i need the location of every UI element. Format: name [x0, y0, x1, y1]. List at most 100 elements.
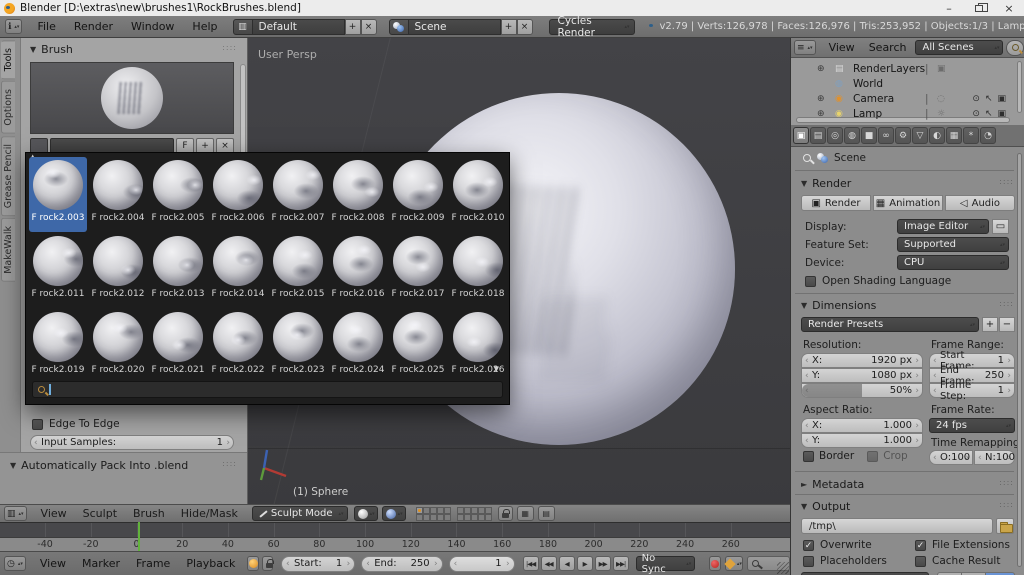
- shelf-scrollbar[interactable]: [240, 64, 246, 160]
- layer-toggle[interactable]: [470, 513, 478, 521]
- brush-item[interactable]: F rock2.026: [449, 309, 507, 384]
- shelf-tab-makewalk[interactable]: MakeWalk: [1, 218, 15, 283]
- current-frame-marker[interactable]: [137, 522, 140, 551]
- renderability-camera-icon[interactable]: ▣: [997, 109, 1006, 119]
- input-samples-field[interactable]: Input Samples: 1: [30, 435, 234, 450]
- outliner-menu-search[interactable]: Search: [869, 41, 907, 54]
- brush-item[interactable]: F rock2.009: [389, 157, 447, 232]
- tab-material[interactable]: ◐: [929, 127, 945, 144]
- layer-toggle[interactable]: [436, 513, 444, 521]
- layers-grid-2[interactable]: [456, 506, 492, 521]
- selectability-cursor-icon[interactable]: ↖: [985, 109, 993, 119]
- brush-item[interactable]: F rock2.021: [149, 309, 207, 384]
- tab-constraints[interactable]: ∞: [878, 127, 894, 144]
- crop-checkbox[interactable]: [867, 450, 879, 462]
- layers-grid-1[interactable]: [415, 506, 451, 521]
- current-frame-field[interactable]: 1: [448, 555, 515, 572]
- brush-item[interactable]: F rock2.008: [329, 157, 387, 232]
- visibility-eye-icon[interactable]: ⊙: [972, 94, 980, 104]
- brush-item[interactable]: F rock2.007: [269, 157, 327, 232]
- tab-data[interactable]: ▽: [912, 127, 928, 144]
- timeline-menu-frame[interactable]: Frame: [136, 557, 170, 570]
- layer-toggle[interactable]: [429, 513, 437, 521]
- aspect-x-field[interactable]: X:1.000: [801, 418, 923, 433]
- add-layout-button[interactable]: +: [344, 18, 361, 35]
- layer-toggle[interactable]: [477, 506, 485, 514]
- layout-name-field[interactable]: Default: [252, 18, 345, 35]
- tab-texture[interactable]: ▦: [946, 127, 962, 144]
- tab-render-layers[interactable]: ▤: [810, 127, 826, 144]
- tab-particles[interactable]: *: [963, 127, 979, 144]
- record-button[interactable]: [709, 556, 721, 571]
- outliner-item-world[interactable]: ◍ World: [791, 76, 1024, 91]
- device-select[interactable]: CPU ▴▾: [897, 255, 1009, 270]
- remap-new-field[interactable]: N:100: [974, 450, 1015, 465]
- audio-button[interactable]: ◁ Audio: [945, 195, 1015, 211]
- render-engine-select[interactable]: Cycles Render ▴▾: [548, 15, 635, 39]
- editor-type-button[interactable]: ◷ ▴▾: [4, 556, 26, 571]
- matcap-select[interactable]: ▴▾: [381, 506, 406, 521]
- pin-icon[interactable]: [803, 154, 811, 162]
- layer-toggle[interactable]: [470, 506, 478, 514]
- layer-toggle[interactable]: [443, 506, 451, 514]
- display-select[interactable]: Image Editor ▴▾: [897, 219, 989, 234]
- pack-panel-header[interactable]: ▼ Automatically Pack Into .blend: [10, 459, 188, 472]
- brush-panel-header[interactable]: ▼ Brush: [30, 43, 73, 56]
- brush-item[interactable]: F rock2.018: [449, 233, 507, 308]
- menu-render[interactable]: Render: [74, 20, 113, 33]
- tab-world[interactable]: ◍: [844, 127, 860, 144]
- render-presets-select[interactable]: Render Presets ▴▾: [801, 317, 979, 332]
- timeline-menu-playback[interactable]: Playback: [186, 557, 235, 570]
- dimensions-panel-header[interactable]: ▼ Dimensions: [801, 299, 876, 312]
- layer-toggle[interactable]: [422, 513, 430, 521]
- output-panel-header[interactable]: ▼ Output: [801, 500, 850, 513]
- render-panel-header[interactable]: ▼ Render: [801, 177, 851, 190]
- shelf-tab-grease-pencil[interactable]: Grease Pencil: [1, 136, 15, 217]
- layer-toggle[interactable]: [456, 506, 464, 514]
- minimize-button[interactable]: –: [934, 0, 964, 16]
- expand-icon[interactable]: ⊕: [817, 64, 825, 74]
- renderability-camera-icon[interactable]: ▣: [997, 94, 1006, 104]
- outliner-item-camera[interactable]: ⊕ ◉ Camera | ◌ ⊙ ↖ ▣: [791, 91, 1024, 106]
- outliner-item-renderlayers[interactable]: ⊕ ▤ RenderLayers | ▣: [791, 61, 1024, 76]
- brush-item[interactable]: F rock2.015: [269, 233, 327, 308]
- panel-grip-icon[interactable]: ::::: [222, 43, 237, 52]
- layer-toggle[interactable]: [415, 506, 423, 514]
- layer-toggle[interactable]: [436, 506, 444, 514]
- output-path-field[interactable]: /tmp\: [801, 518, 993, 534]
- timeline-menu-marker[interactable]: Marker: [82, 557, 120, 570]
- aspect-y-field[interactable]: Y:1.000: [801, 433, 923, 448]
- add-scene-button[interactable]: +: [500, 18, 517, 35]
- tab-modifiers[interactable]: ⚙: [895, 127, 911, 144]
- brush-item[interactable]: F rock2.006: [209, 157, 267, 232]
- shelf-tab-tools[interactable]: Tools: [1, 40, 15, 80]
- delete-layout-button[interactable]: ×: [360, 18, 377, 35]
- start-frame-field[interactable]: Start:1: [281, 555, 356, 572]
- brush-item[interactable]: F rock2.025: [389, 309, 447, 384]
- brush-item[interactable]: F rock2.011: [29, 233, 87, 308]
- outliner-menu-view[interactable]: View: [829, 41, 855, 54]
- panel-grip-icon[interactable]: ::::: [999, 177, 1014, 186]
- fps-select[interactable]: 24 fps ▴▾: [929, 418, 1015, 433]
- viewport-menu-view[interactable]: View: [41, 507, 67, 520]
- editor-type-button[interactable]: ℹ ▴▾: [5, 19, 23, 34]
- menu-file[interactable]: File: [37, 20, 55, 33]
- snap-button[interactable]: ▦: [516, 506, 534, 521]
- brush-item[interactable]: F rock2.019: [29, 309, 87, 384]
- panel-grip-icon[interactable]: ::::: [999, 500, 1014, 509]
- cache-result-checkbox[interactable]: [915, 555, 926, 567]
- brush-item[interactable]: F rock2.014: [209, 233, 267, 308]
- lock-frame-icon[interactable]: [262, 556, 274, 571]
- tab-render[interactable]: ▣: [793, 127, 809, 144]
- keying-set-select[interactable]: ▴▾: [724, 556, 743, 571]
- panel-grip-icon[interactable]: ::::: [999, 299, 1014, 308]
- outliner-item-lamp[interactable]: ⊕ ◉ Lamp | ☼ ⊙ ↖ ▣: [791, 106, 1024, 121]
- resolution-x-field[interactable]: X:1920 px: [801, 353, 923, 368]
- lock-camera-icon[interactable]: [497, 506, 513, 521]
- timeline-ruler[interactable]: -40 -20 0 20 40 60 80 100 120 140 160 180 200 220 240 2…: [0, 537, 790, 551]
- add-preset-button[interactable]: +: [982, 317, 998, 332]
- brush-item[interactable]: F rock2.024: [329, 309, 387, 384]
- properties-scrollbar[interactable]: [1017, 153, 1022, 567]
- menu-help[interactable]: Help: [192, 20, 217, 33]
- placeholders-checkbox[interactable]: [803, 555, 814, 567]
